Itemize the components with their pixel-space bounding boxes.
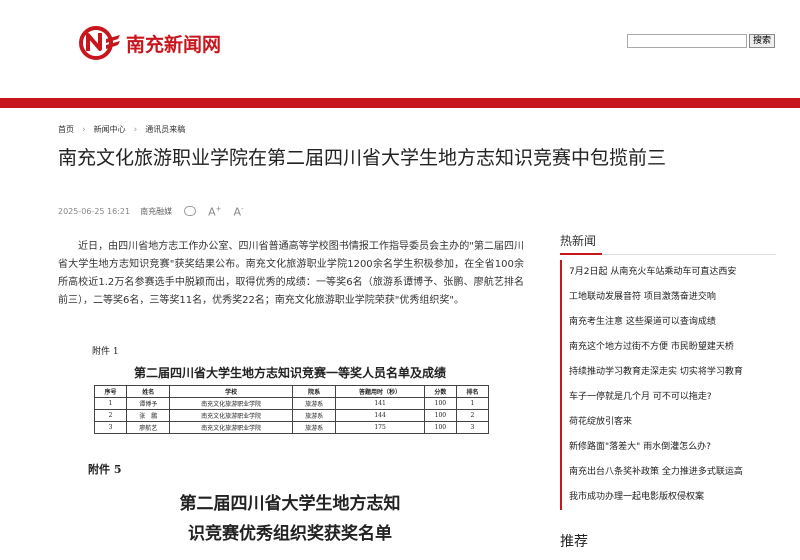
- col-header: 姓名: [126, 385, 171, 398]
- hot-news-item[interactable]: 7月2日起 从南充火车站乘动车可直达西安: [560, 260, 776, 285]
- col-header: 答题用时（秒）: [335, 385, 425, 398]
- table-cell: 旅游系: [291, 409, 337, 422]
- search-form: 搜索: [627, 34, 776, 48]
- title-underline: [560, 253, 602, 255]
- font-increase-button[interactable]: A+: [208, 205, 221, 219]
- table-cell: 张 鹏: [126, 409, 171, 422]
- search-input[interactable]: [627, 34, 747, 48]
- article-date: 2025-06-25 16:21: [58, 207, 131, 217]
- chevron-right-icon: ›: [133, 124, 138, 135]
- hot-news-list: 7月2日起 从南充火车站乘动车可直达西安 工地联动发展音符 项目激荡奋进交响 南…: [560, 260, 776, 510]
- recommend-title: 推荐: [560, 534, 588, 550]
- logo-icon: [79, 26, 120, 60]
- table-cell: 南充文化旅游职业学院: [169, 409, 293, 422]
- hot-news-item[interactable]: 南充这个地方过街不方便 市民盼望建天桥: [560, 335, 776, 360]
- table-cell: 144: [335, 409, 425, 422]
- table-header-row: 序号 姓名 学校 院系 答题用时（秒） 分数 排名: [93, 385, 490, 398]
- col-header: 学校: [169, 385, 293, 398]
- col-header: 分数: [423, 385, 457, 398]
- article-body: 近日，由四川省地方志工作办公室、四川省普通高等学校图书情报工作指导委员会主办的"…: [58, 241, 524, 306]
- breadcrumb-news-center[interactable]: 新闻中心: [94, 124, 126, 135]
- comment-icon[interactable]: [184, 205, 197, 218]
- col-header: 排名: [455, 385, 490, 398]
- table-cell: 100: [423, 397, 457, 410]
- table-cell: 南充文化旅游职业学院: [169, 397, 293, 410]
- hot-news-item[interactable]: 工地联动发展音符 项目激荡奋进交响: [560, 285, 776, 310]
- table-cell: 100: [423, 421, 457, 434]
- col-header: 院系: [291, 385, 337, 398]
- table-cell: 1: [455, 397, 490, 410]
- award-list-title: 第二届四川省大学生地方志知 识竞赛优秀组织奖获奖名单: [86, 489, 494, 549]
- article-meta: 2025-06-25 16:21 南充融媒 A+ A-: [58, 205, 244, 219]
- table-cell: 旅游系: [291, 421, 337, 434]
- table-row: 2 张 鹏 南充文化旅游职业学院 旅游系 144 100 2: [93, 409, 490, 422]
- award-title-line: 识竞赛优秀组织奖获奖名单: [188, 524, 392, 544]
- hot-news-item[interactable]: 我市成功办理一起电影版权侵权案: [560, 485, 776, 510]
- table-cell: 141: [335, 397, 425, 410]
- table-cell: 3: [455, 421, 490, 434]
- chevron-right-icon: ›: [82, 124, 86, 135]
- winners-table: 序号 姓名 学校 院系 答题用时（秒） 分数 排名 1 谭博予 南充文化旅游职业…: [93, 385, 490, 434]
- table-cell: 1: [93, 397, 128, 410]
- table-cell: 3: [93, 421, 128, 434]
- attachment-label: 附件 5: [88, 463, 122, 476]
- table-row: 3 廖航艺 南充文化旅游职业学院 旅游系 175 100 3: [93, 421, 490, 434]
- table-cell: 旅游系: [291, 397, 337, 410]
- article-image: 附件 1 第二届四川省大学生地方志知识竞赛一等奖人员名单及成绩 序号 姓名 学校…: [86, 340, 494, 560]
- site-logo[interactable]: 南充新闻网: [76, 22, 246, 64]
- award-title-line: 第二届四川省大学生地方志知: [179, 494, 401, 514]
- breadcrumb: 首页 › 新闻中心 › 通讯员来稿: [58, 124, 185, 135]
- table-cell: 2: [93, 409, 128, 422]
- table-cell: 南充文化旅游职业学院: [169, 421, 293, 434]
- table-cell: 2: [455, 409, 490, 422]
- table-cell: 谭博予: [126, 397, 171, 410]
- table-cell: 175: [335, 421, 425, 434]
- hot-news-item[interactable]: 荷花绽放引客来: [560, 410, 776, 435]
- col-header: 序号: [93, 385, 128, 398]
- table-cell: 廖航艺: [126, 421, 171, 434]
- attachment-label: 附件 1: [92, 347, 119, 357]
- breadcrumb-contributions[interactable]: 通讯员来稿: [145, 124, 185, 135]
- breadcrumb-home[interactable]: 首页: [58, 124, 74, 135]
- search-button[interactable]: 搜索: [749, 34, 776, 48]
- table-row: 1 谭博予 南充文化旅游职业学院 旅游系 141 100 1: [93, 397, 490, 410]
- article-source[interactable]: 南充融媒: [140, 206, 172, 217]
- hot-news-item[interactable]: 南充出台八条奖补政策 全力推进多式联运高: [560, 460, 776, 485]
- hot-news-item[interactable]: 新修路面"落差大" 雨水倒灌怎么办?: [560, 435, 776, 460]
- site-header: 南充新闻网 搜索: [0, 0, 800, 98]
- table-cell: 100: [423, 409, 457, 422]
- article-title: 南充文化旅游职业学院在第二届四川省大学生地方志知识竞赛中包揽前三: [58, 147, 667, 169]
- sidebar: 热新闻 7月2日起 从南充火车站乘动车可直达西安 工地联动发展音符 项目激荡奋进…: [560, 232, 776, 550]
- header-red-bar: [0, 98, 800, 108]
- logo-text: 南充新闻网: [126, 33, 222, 56]
- hot-news-item[interactable]: 车子一停就是几个月 可不可以拖走?: [560, 385, 776, 410]
- hot-news-title: 热新闻: [560, 234, 597, 248]
- table-title: 第二届四川省大学生地方志知识竞赛一等奖人员名单及成绩: [133, 366, 446, 380]
- font-decrease-button[interactable]: A-: [234, 205, 244, 219]
- hot-news-item[interactable]: 南充考生注意 这些渠道可以查询成绩: [560, 310, 776, 335]
- hot-news-item[interactable]: 持续推动学习教育走深走实 切实将学习教育: [560, 360, 776, 385]
